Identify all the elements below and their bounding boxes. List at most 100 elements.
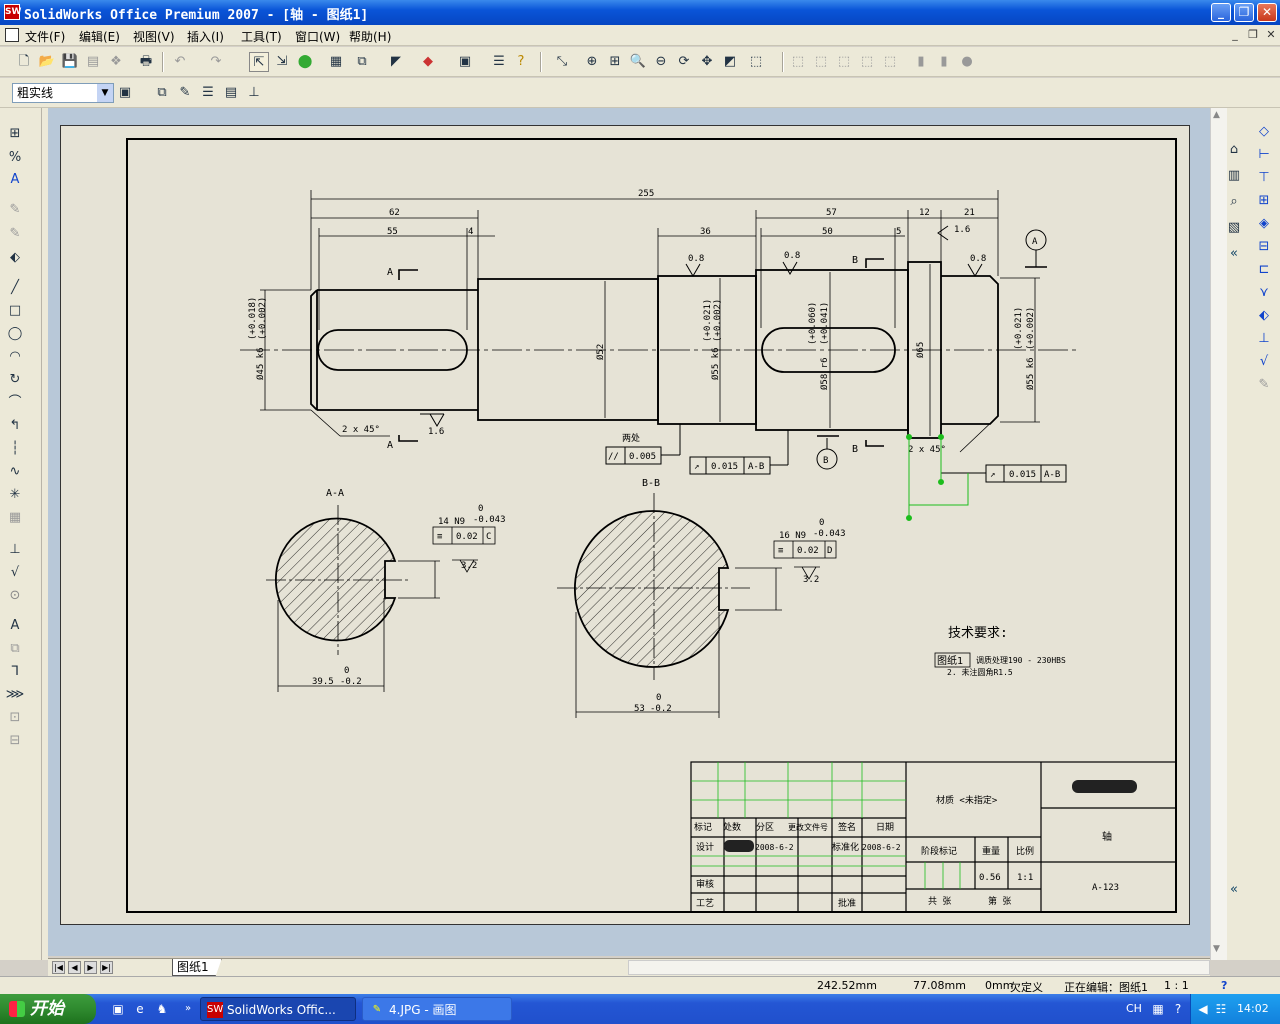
ordinate-dim-icon[interactable]: ◈ bbox=[1253, 214, 1275, 234]
layer-properties-icon[interactable]: ⧉ bbox=[152, 83, 172, 103]
menu-file[interactable]: 文件(F) bbox=[25, 28, 65, 45]
circle-icon[interactable]: ◯ bbox=[5, 324, 25, 344]
balloon-icon[interactable]: ⧉ bbox=[5, 639, 25, 659]
design-library-icon[interactable]: ▥ bbox=[1223, 166, 1245, 186]
quicklaunch-more-icon[interactable]: » bbox=[180, 1001, 196, 1017]
document-icon[interactable] bbox=[5, 28, 19, 42]
weld-symbol-icon[interactable]: ✎ bbox=[1253, 375, 1275, 395]
close-button[interactable]: ✕ bbox=[1257, 3, 1277, 22]
view-palette-icon[interactable]: ▧ bbox=[1223, 218, 1245, 238]
table-icon[interactable]: ⊡ bbox=[5, 708, 25, 728]
point-icon[interactable]: ✳ bbox=[5, 485, 25, 505]
baseline-dim-icon[interactable]: ⊞ bbox=[1253, 191, 1275, 211]
zoom-out-icon[interactable]: ⊖ bbox=[651, 52, 671, 72]
datum-feature-icon[interactable]: ⊥ bbox=[5, 540, 25, 560]
tab-sheet1[interactable]: 图纸1 bbox=[172, 959, 222, 976]
measure-icon[interactable]: ⤡ bbox=[552, 52, 572, 72]
ime-help-icon[interactable]: ? bbox=[1170, 1001, 1186, 1017]
start-button[interactable]: 开始 bbox=[0, 994, 96, 1024]
new-icon[interactable]: 🗋 bbox=[14, 52, 34, 72]
rotate-icon[interactable]: ⟳ bbox=[674, 52, 694, 72]
text-icon[interactable]: A bbox=[5, 170, 25, 190]
line-style-icon[interactable]: ▤ bbox=[221, 83, 241, 103]
open-icon[interactable]: 📂 bbox=[37, 52, 57, 72]
hide-show-edges-icon[interactable]: ⊥ bbox=[244, 83, 264, 103]
smart-dim-icon[interactable]: ◇ bbox=[1253, 122, 1275, 142]
mdi-close-button[interactable]: ✕ bbox=[1264, 28, 1278, 42]
print-preview-icon[interactable]: ▤ bbox=[83, 52, 103, 72]
zoom-to-fit-icon[interactable]: ⊕ bbox=[582, 52, 602, 72]
select-other-icon[interactable]: ⇲ bbox=[272, 52, 292, 72]
horizontal-scrollbar[interactable] bbox=[628, 960, 1210, 975]
dimension-icon[interactable]: ⬖ bbox=[5, 248, 25, 268]
network-icon[interactable]: ☷ bbox=[1213, 1001, 1229, 1017]
select-icon[interactable]: ⇱ bbox=[249, 52, 269, 72]
layers-icon[interactable]: ▣ bbox=[115, 83, 135, 103]
zoom-in-icon[interactable]: 🔍 bbox=[628, 52, 648, 72]
rectangle-icon[interactable]: □ bbox=[5, 301, 25, 321]
minimize-button[interactable]: _ bbox=[1211, 3, 1231, 22]
block-icon[interactable]: ᒣ bbox=[5, 662, 25, 682]
undo-icon[interactable]: ↶ bbox=[170, 52, 190, 72]
task-solidworks[interactable]: SW SolidWorks Offic... bbox=[200, 997, 356, 1021]
menu-tools[interactable]: 工具(T) bbox=[241, 28, 282, 45]
menu-edit[interactable]: 编辑(E) bbox=[79, 28, 120, 45]
prev-sheet-icon[interactable]: ◀ bbox=[68, 961, 81, 974]
expand-pane-icon[interactable]: « bbox=[1223, 244, 1245, 264]
sketch-picture-icon[interactable]: ▦ bbox=[5, 508, 25, 528]
quicklaunch-app-icon[interactable]: ♞ bbox=[154, 1001, 170, 1017]
home-icon[interactable]: ⌂ bbox=[1223, 140, 1245, 160]
layer-select[interactable]: 粗实线 ▼ bbox=[12, 83, 114, 103]
line-icon[interactable]: ╱ bbox=[5, 278, 25, 298]
move-copy-icon[interactable]: ⧉ bbox=[352, 52, 372, 72]
surface-finish-icon[interactable]: √ bbox=[5, 563, 25, 583]
scroll-down-icon[interactable]: ▼ bbox=[1213, 944, 1220, 954]
three-point-arc-icon[interactable]: ⌒ bbox=[5, 393, 25, 413]
note-icon[interactable]: A bbox=[5, 616, 25, 636]
annotation-icon[interactable]: % bbox=[5, 148, 25, 168]
mdi-restore-button[interactable]: ❐ bbox=[1246, 28, 1260, 42]
file-explorer-icon[interactable]: ⌕ bbox=[1223, 192, 1245, 212]
spline-icon[interactable]: ∿ bbox=[5, 462, 25, 482]
std-view-left-icon[interactable]: ⬚ bbox=[834, 52, 854, 72]
angle-dim-icon[interactable]: ⊏ bbox=[1253, 260, 1275, 280]
line-thickness-icon[interactable]: ☰ bbox=[198, 83, 218, 103]
arc-dim-icon[interactable]: ⋎ bbox=[1253, 283, 1275, 303]
std-view-back-icon[interactable]: ⬚ bbox=[811, 52, 831, 72]
first-sheet-icon[interactable]: |◀ bbox=[52, 961, 65, 974]
publish-icon[interactable]: ❖ bbox=[106, 52, 126, 72]
datum-icon[interactable]: ⊥ bbox=[1253, 329, 1275, 349]
arc-icon[interactable]: ◠ bbox=[5, 347, 25, 367]
collapse-pane-icon[interactable]: « bbox=[1223, 880, 1245, 900]
task-paint[interactable]: ✎ 4.JPG - 画图 bbox=[362, 997, 512, 1021]
std-view-top-icon[interactable]: ⬚ bbox=[880, 52, 900, 72]
tangent-arc-icon[interactable]: ↻ bbox=[5, 370, 25, 390]
view-orientation-icon[interactable]: ⬚ bbox=[746, 52, 766, 72]
quicklaunch-media-icon[interactable]: ▣ bbox=[110, 1001, 126, 1017]
finish-icon[interactable]: √ bbox=[1253, 352, 1275, 372]
quicklaunch-ie-icon[interactable]: e bbox=[132, 1001, 148, 1017]
zoom-area-icon[interactable]: ⊞ bbox=[605, 52, 625, 72]
shadow-icon[interactable]: ▮ bbox=[934, 52, 954, 72]
options-icon[interactable]: ☰ bbox=[489, 52, 509, 72]
tray-arrow-icon[interactable]: ◀ bbox=[1195, 1001, 1211, 1017]
pan-icon[interactable]: ✥ bbox=[697, 52, 717, 72]
last-sheet-icon[interactable]: ▶| bbox=[100, 961, 113, 974]
maximize-button[interactable]: ❐ bbox=[1234, 3, 1254, 22]
help-icon[interactable]: ? bbox=[511, 52, 531, 72]
redo-icon[interactable]: ↷ bbox=[206, 52, 226, 72]
next-sheet-icon[interactable]: ▶ bbox=[84, 961, 97, 974]
chamfer-dim-icon[interactable]: ⊟ bbox=[1253, 237, 1275, 257]
smart-dimension-icon[interactable]: ✎ bbox=[5, 224, 25, 244]
menu-insert[interactable]: 插入(I) bbox=[187, 28, 224, 45]
layout-icon[interactable]: ▣ bbox=[455, 52, 475, 72]
tolerance-icon[interactable]: ⬖ bbox=[1253, 306, 1275, 326]
grid-icon[interactable]: ▦ bbox=[326, 52, 346, 72]
fillet-icon[interactable]: ↰ bbox=[5, 416, 25, 436]
save-icon[interactable]: 💾 bbox=[60, 52, 80, 72]
sketch-icon[interactable]: ✎ bbox=[5, 200, 25, 220]
print-icon[interactable]: 🖶 bbox=[136, 52, 156, 72]
title-bar[interactable]: SW SolidWorks Office Premium 2007 - [轴 -… bbox=[0, 0, 1280, 25]
std-view-front-icon[interactable]: ⬚ bbox=[788, 52, 808, 72]
line-color-icon[interactable]: ✎ bbox=[175, 83, 195, 103]
